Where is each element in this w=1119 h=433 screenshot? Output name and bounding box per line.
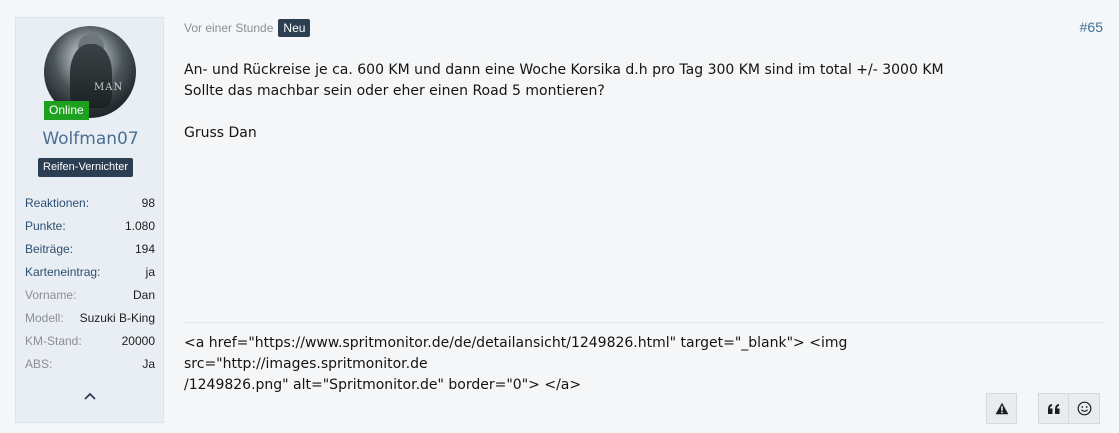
stat-label: ABS: (25, 357, 53, 371)
stat-label: Modell: (25, 311, 64, 325)
stat-label[interactable]: Reaktionen: (25, 196, 89, 219)
report-actions (986, 393, 1017, 424)
signature: <a href="https://www.spritmonitor.de/de/… (184, 333, 1044, 396)
stat-value: Dan (132, 288, 155, 302)
stat-vorname: Vorname: Dan (25, 288, 155, 311)
stat-reaktionen: Reaktionen: 98 (25, 196, 155, 219)
stat-label: Vorname: (25, 288, 77, 302)
stat-label: KM-Stand: (25, 334, 82, 348)
post-time[interactable]: Vor einer Stunde (184, 21, 273, 35)
user-title-badge: Reifen-Vernichter (38, 158, 133, 177)
author-sidebar: MAN Online Wolfman07 Reifen-Vernichter R… (15, 17, 164, 423)
signature-divider (184, 322, 1103, 323)
avatar-text: MAN (94, 82, 124, 93)
stat-label[interactable]: Punkte: (25, 219, 66, 242)
post-meta: Vor einer Stunde Neu (184, 19, 311, 37)
stat-karteneintrag: Karteneintrag: ja (25, 265, 155, 288)
stat-label[interactable]: Beiträge: (25, 242, 73, 265)
chevron-up-icon[interactable] (80, 388, 100, 408)
stat-value: Ja (142, 357, 155, 371)
stat-abs: ABS: Ja (25, 357, 155, 380)
signature-line: <a href="https://www.spritmonitor.de/de/… (184, 335, 848, 372)
stat-beitraege: Beiträge: 194 (25, 242, 155, 265)
avatar-figure (70, 44, 112, 108)
stat-label[interactable]: Karteneintrag: (25, 265, 100, 288)
smiley-icon[interactable] (1069, 393, 1100, 424)
post-body: An- und Rückreise je ca. 600 KM und dann… (184, 60, 1084, 144)
post-line: Sollte das machbar sein oder eher einen … (184, 83, 605, 99)
post-number-link[interactable]: #65 (1080, 19, 1103, 35)
post-line-empty (184, 102, 1084, 123)
stat-km-stand: KM-Stand: 20000 (25, 334, 155, 357)
stat-value: ja (145, 265, 155, 279)
post-actions (1038, 393, 1100, 424)
stat-value: 194 (134, 242, 155, 256)
stat-modell: Modell: Suzuki B-King (25, 311, 155, 334)
new-badge: Neu (278, 19, 311, 37)
post-line: Gruss Dan (184, 125, 257, 141)
online-badge: Online (44, 101, 89, 120)
username-link[interactable]: Wolfman07 (16, 129, 165, 149)
stat-punkte: Punkte: 1.080 (25, 219, 155, 242)
stat-value: 20000 (121, 334, 155, 348)
stat-value: Suzuki B-King (79, 311, 155, 325)
post-line: An- und Rückreise je ca. 600 KM und dann… (184, 62, 944, 78)
stat-value: 98 (141, 196, 155, 210)
quote-icon[interactable] (1038, 393, 1069, 424)
signature-line: /1249826.png" alt="Spritmonitor.de" bord… (184, 377, 582, 393)
stat-value: 1.080 (124, 219, 155, 233)
warning-icon[interactable] (986, 393, 1017, 424)
author-stats: Reaktionen: 98 Punkte: 1.080 Beiträge: 1… (25, 196, 155, 380)
